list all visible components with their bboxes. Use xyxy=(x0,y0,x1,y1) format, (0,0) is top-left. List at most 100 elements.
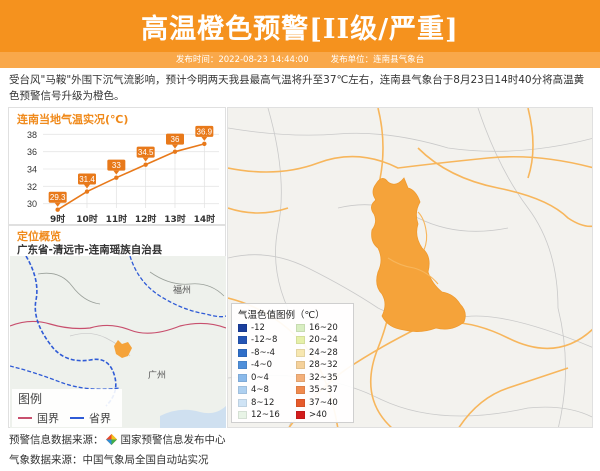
legend-color-swatch xyxy=(238,398,247,407)
temperature-legend-item: 16~20 xyxy=(296,322,338,333)
temperature-point xyxy=(202,141,207,147)
legend-color-swatch xyxy=(296,348,305,357)
legend-range-label: 0~4 xyxy=(251,372,269,383)
legend-range-label: 16~20 xyxy=(309,322,338,333)
temperature-legend-item: -8~-4 xyxy=(238,347,275,358)
publish-unit: 发布单位：连南县气象台 xyxy=(330,55,425,65)
legend-color-swatch xyxy=(238,411,247,419)
warning-title: 高温橙色预警[II级/严重] xyxy=(141,13,459,45)
data-label-pointer xyxy=(172,144,178,149)
temperature-legend-item: 12~16 xyxy=(238,410,280,421)
y-tick-label: 34 xyxy=(27,165,37,175)
temperature-point xyxy=(55,207,60,212)
location-region: 广东省-清远市-连南瑶族自治县 xyxy=(17,244,163,256)
temperature-color-legend: 气温色值图例（℃） -12 -12~8 -8~-4 -4~0 0~4 4~8 8~12 12~… xyxy=(231,303,354,423)
legend-range-label: -4~0 xyxy=(251,360,273,370)
data-label: 36.9 xyxy=(197,127,213,136)
legend-color-swatch xyxy=(238,336,247,344)
y-tick-label: 32 xyxy=(27,182,37,192)
x-tick-label: 9时 xyxy=(50,213,65,225)
location-panel: 定位概览 广东省-清远市-连南瑶族自治县 福州 广州 图例 国界 省界 xyxy=(8,225,226,428)
warning-source-label: 预警信息数据来源： xyxy=(9,434,104,446)
legend-range-label: 12~16 xyxy=(251,410,280,420)
national-border-line xyxy=(18,417,32,419)
map-label-fuzhou: 福州 xyxy=(173,284,191,296)
temperature-legend-title: 气温色值图例（℃） xyxy=(238,310,325,321)
temperature-legend-item: 35~37 xyxy=(296,385,338,396)
legend-color-swatch xyxy=(238,386,247,394)
warning-data-source: 预警信息数据来源： 国家预警信息发布中心 xyxy=(9,432,226,447)
legend-color-swatch xyxy=(238,348,247,357)
legend-color-swatch xyxy=(296,373,305,382)
temperature-legend-item: 28~32 xyxy=(296,360,338,371)
x-tick-label: 11时 xyxy=(106,213,128,225)
temperature-legend-item: 0~4 xyxy=(238,372,269,383)
legend-color-swatch xyxy=(238,323,247,332)
temperature-legend-item: 20~24 xyxy=(296,335,338,346)
publish-meta-bar: 发布时间：2022-08-23 14:44:00 发布单位：连南县气象台 xyxy=(0,52,600,68)
warning-map-panel[interactable]: 气温色值图例（℃） -12 -12~8 -8~-4 -4~0 0~4 4~8 8~12 12~… xyxy=(227,107,593,428)
temperature-point xyxy=(172,149,178,154)
data-label: 31.4 xyxy=(79,175,95,184)
border-legend-title: 图例 xyxy=(18,392,43,406)
data-label: 33 xyxy=(112,161,121,170)
legend-range-label: -12~8 xyxy=(251,335,278,345)
temperature-legend-item: -12 xyxy=(238,322,265,333)
legend-color-swatch xyxy=(296,361,305,369)
temperature-legend-item: 24~28 xyxy=(296,347,338,358)
legend-range-label: 32~35 xyxy=(309,372,338,383)
temperature-point xyxy=(84,189,90,194)
x-tick-label: 10时 xyxy=(76,213,98,225)
provincial-border-line xyxy=(70,417,84,419)
legend-color-swatch xyxy=(296,323,305,332)
warning-center-logo-icon xyxy=(105,434,117,445)
x-tick-label: 14时 xyxy=(194,213,216,225)
temperature-legend-item: 32~35 xyxy=(296,372,338,383)
temperature-point xyxy=(143,162,148,167)
data-label: 34.5 xyxy=(138,148,154,157)
legend-color-swatch xyxy=(296,386,305,394)
legend-range-label: 8~12 xyxy=(251,397,275,408)
temperature-legend-item: -4~0 xyxy=(238,360,272,371)
data-label-pointer xyxy=(201,136,208,141)
data-label-pointer xyxy=(113,170,120,175)
legend-range-label: >40 xyxy=(309,410,327,420)
legend-range-label: 20~24 xyxy=(309,335,338,345)
y-tick-label: 30 xyxy=(27,199,37,209)
legend-color-swatch xyxy=(296,398,305,407)
national-border-label: 国界 xyxy=(37,412,59,425)
warning-banner: 高温橙色预警[II级/严重] xyxy=(0,0,600,52)
legend-range-label: 28~32 xyxy=(309,360,338,370)
y-tick-label: 38 xyxy=(27,130,37,140)
temperature-legend-item: 8~12 xyxy=(238,397,274,408)
weather-data-source: 气象数据来源：中国气象局全国自动站实况 xyxy=(9,454,209,466)
legend-range-label: 24~28 xyxy=(309,347,338,358)
x-tick-label: 13时 xyxy=(164,213,186,225)
y-tick-label: 36 xyxy=(27,147,37,157)
temperature-legend-item: 4~8 xyxy=(238,385,269,396)
legend-color-swatch xyxy=(296,336,305,344)
provincial-border-label: 省界 xyxy=(89,412,111,425)
data-label: 29.3 xyxy=(50,193,66,202)
warning-source-name: 国家预警信息发布中心 xyxy=(120,434,226,446)
legend-range-label: 35~37 xyxy=(309,385,338,395)
warning-description: 受台风"马鞍"外围下沉气流影响，预计今明两天我县最高气温将升至37℃左右，连南县… xyxy=(9,74,585,102)
temperature-legend-item: >40 xyxy=(296,410,327,421)
legend-range-label: -12 xyxy=(251,322,265,333)
data-label: 36 xyxy=(171,135,180,144)
legend-color-swatch xyxy=(296,411,305,419)
border-legend: 图例 国界 省界 xyxy=(12,389,122,427)
legend-range-label: 37~40 xyxy=(309,397,338,408)
legend-color-swatch xyxy=(238,373,247,382)
temperature-chart: 30 32 34 36 38 29.3 9时 31.4 10时 33 11时 34.5 12时 36 13时… xyxy=(27,125,219,225)
temperature-legend-item: 37~40 xyxy=(296,397,338,408)
legend-range-label: 4~8 xyxy=(251,385,269,395)
temperature-point xyxy=(114,175,119,180)
legend-range-label: -8~-4 xyxy=(251,347,276,358)
data-label-pointer xyxy=(142,157,149,162)
publish-time: 发布时间：2022-08-23 14:44:00 xyxy=(175,55,309,65)
temperature-panel: 连南当地气温实况(℃) 30 32 34 36 38 29.3 9时 31.4 10时 33 11时… xyxy=(8,107,226,225)
data-label-pointer xyxy=(54,202,61,207)
map-label-guangzhou: 广州 xyxy=(148,369,166,381)
x-tick-label: 12时 xyxy=(135,213,157,225)
